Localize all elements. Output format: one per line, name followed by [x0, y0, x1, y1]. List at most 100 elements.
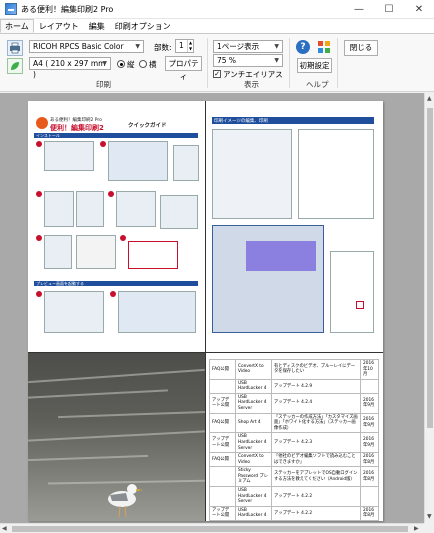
step-marker — [36, 291, 42, 297]
copies-stepper[interactable]: 1 ▲ ▼ — [175, 39, 194, 53]
scroll-corner — [424, 523, 434, 533]
print-group-label: 印刷 — [96, 80, 111, 89]
table-cell: ConvertX to Video — [235, 452, 272, 468]
table-cell — [360, 378, 379, 394]
table-row: USB HardLocker 4 アップデート 4.2.9 — [209, 378, 379, 394]
note-box — [128, 241, 178, 269]
landscape-radio[interactable] — [139, 60, 147, 68]
page-divider — [205, 101, 206, 521]
scroll-left-icon[interactable]: ◀ — [2, 525, 7, 532]
chevron-down-icon: ▼ — [102, 60, 107, 67]
antialias-checkbox[interactable]: ✓ — [213, 70, 221, 78]
step-marker — [120, 235, 126, 241]
reset-button[interactable]: 初期設定 — [297, 58, 332, 73]
scroll-thumb[interactable] — [427, 108, 433, 428]
thumb-screenshot — [118, 291, 196, 333]
news-table: FAQ公開 ConvertX to Video 有とディスクのビデオ、ブルーレイにデ… — [209, 359, 379, 521]
table-cell: Sticky Password プレミアム — [235, 466, 272, 487]
pages-per-sheet-select[interactable]: 1ページ表示 ▼ — [213, 40, 283, 53]
step-marker — [110, 291, 116, 297]
minimize-button[interactable]: — — [344, 0, 374, 19]
table-cell: アップデート 4.2.2 — [271, 485, 361, 507]
title-bar: ある便利！編集印刷2 Pro — ☐ ✕ — [0, 0, 434, 19]
chevron-down-icon: ▼ — [135, 43, 140, 50]
preview-area[interactable]: ある便利！編集印刷2 Pro 便利！編集印刷2 クイックガイド インストール プ… — [0, 93, 424, 523]
table-cell: 有とディスクのビデオ、ブルーレイにデータを保存したい — [271, 359, 361, 380]
question-icon: ? — [300, 42, 306, 52]
thumb-screenshot — [173, 145, 199, 181]
table-cell — [209, 378, 236, 394]
scroll-right-icon[interactable]: ▶ — [414, 525, 419, 532]
about-button[interactable] — [317, 40, 331, 54]
horizontal-scrollbar[interactable]: ◀ ▶ — [0, 523, 424, 533]
table-row: FAQ公開 ConvertX to Video 「他社のビデオ編集ソフトで読み込むこ… — [209, 452, 379, 468]
table-cell: USB HardLocker 4 — [235, 378, 272, 394]
table-cell — [209, 485, 236, 507]
table-cell: アップデート公開 — [209, 432, 236, 454]
help-button[interactable]: ? — [296, 40, 310, 54]
thumb-text — [298, 129, 374, 219]
leaf-icon — [11, 62, 19, 70]
print-icon-button[interactable] — [7, 40, 23, 56]
tab-layout[interactable]: レイアウト — [34, 19, 84, 33]
table-cell: FAQ公開 — [209, 452, 236, 468]
landscape-label: 横 — [149, 60, 157, 69]
thumb-screenshot — [44, 235, 72, 269]
thumb-screenshot — [44, 291, 104, 333]
table-row: アップデート公開 USB HardLocker 4 アップデート 4.2.2 2016… — [209, 505, 379, 521]
scroll-thumb[interactable] — [12, 526, 408, 532]
close-button[interactable]: 閉じる — [344, 40, 378, 56]
eco-button[interactable] — [7, 58, 23, 74]
printer-select[interactable]: RICOH RPCS Basic Color ▼ — [29, 40, 144, 53]
thumb-screenshot — [44, 191, 74, 227]
grid-color-icon — [318, 41, 330, 53]
step-marker — [100, 141, 106, 147]
page-edit-guide: 印刷イメージの編集、印刷 — [206, 101, 383, 352]
table-cell: USB HardLocker 4 Server — [235, 392, 272, 414]
table-cell: アップデート 4.2.9 — [271, 378, 361, 394]
callout-box — [356, 301, 364, 309]
preview-sheet: ある便利！編集印刷2 Pro 便利！編集印刷2 クイックガイド インストール プ… — [28, 101, 383, 521]
table-cell: FAQ公開 — [209, 412, 236, 434]
stepper-arrows-icon[interactable]: ▲ ▼ — [187, 40, 193, 52]
portrait-label: 縦 — [127, 60, 135, 69]
portrait-radio[interactable] — [117, 60, 125, 68]
maximize-button[interactable]: ☐ — [374, 0, 404, 19]
table-cell: 2016年8月 — [360, 505, 379, 521]
table-cell: ステッカーをアプレットでOS自動ログインする方法を教えてください（Android… — [271, 466, 361, 487]
scroll-down-icon[interactable]: ▼ — [427, 513, 432, 520]
paper-size-select[interactable]: A4 ( 210 x 297 mm ) ▼ — [29, 57, 111, 79]
table-cell: アップデート公開 — [209, 505, 236, 521]
properties-button[interactable]: プロパティ — [165, 56, 202, 81]
thumb-screenshot — [76, 235, 116, 269]
close-window-button[interactable]: ✕ — [404, 0, 434, 19]
selection-highlight — [246, 241, 316, 271]
thumb-screenshot — [116, 191, 156, 227]
thumb-screenshot — [212, 129, 292, 219]
window-title: ある便利！編集印刷2 Pro — [21, 4, 114, 14]
table-cell: FAQ公開 — [209, 359, 236, 380]
display-group-label: 表示 — [244, 80, 259, 89]
tab-home[interactable]: ホーム — [0, 19, 34, 33]
table-cell: USB HardLocker 4 Server — [235, 485, 272, 507]
scroll-up-icon[interactable]: ▲ — [427, 95, 432, 102]
table-cell: 2016年8月 — [360, 466, 379, 487]
step-marker — [36, 235, 42, 241]
tab-print-options[interactable]: 印刷オプション — [110, 19, 176, 33]
zoom-select[interactable]: 75 % ▼ — [213, 54, 283, 67]
table-cell: 2016年9月 — [360, 432, 379, 454]
table-cell: アップデート 4.2.3 — [271, 432, 361, 454]
quick-guide-title: クイックガイド — [128, 123, 167, 129]
table-cell: アップデート 4.2.2 — [271, 505, 361, 521]
thumb-screenshot — [160, 195, 198, 229]
table-row: アップデート公開 USB HardLocker 4 Server アップデート 4.… — [209, 432, 379, 454]
step-marker — [36, 141, 42, 147]
seagull-image — [108, 484, 143, 518]
vertical-scrollbar[interactable]: ▲ ▼ — [424, 93, 434, 523]
page2-header: 印刷イメージの編集、印刷 — [214, 119, 268, 124]
table-cell: 「ステッカーの作成方法」「カスタマイズ画面」「ホワイト化する方法」（ステッカー画… — [271, 412, 361, 434]
ribbon-tabs: ホーム レイアウト 編集 印刷オプション — [0, 19, 434, 33]
tab-edit[interactable]: 編集 — [84, 19, 110, 33]
table-row: USB HardLocker 4 Server アップデート 4.2.2 — [209, 485, 379, 507]
step-marker — [36, 191, 42, 197]
